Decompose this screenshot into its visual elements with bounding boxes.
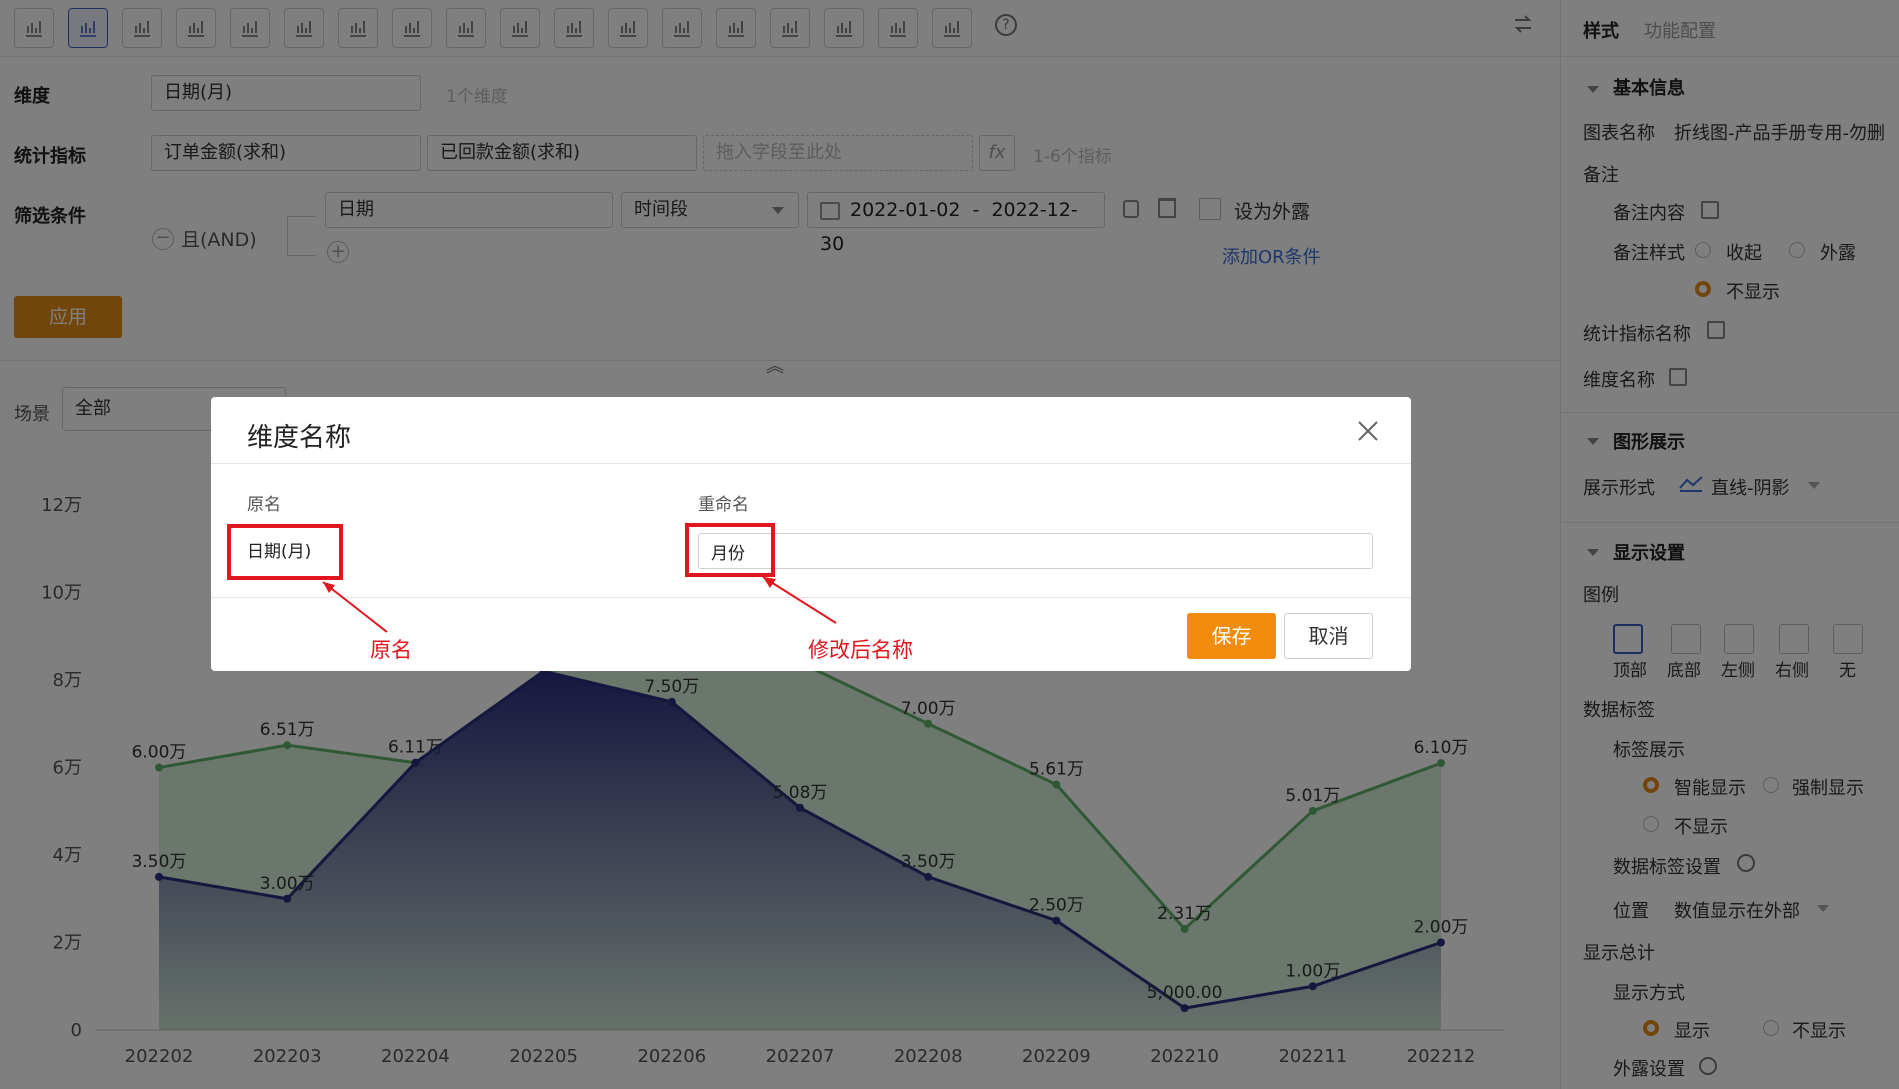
annotation-arrows	[322, 576, 837, 633]
rename-dimension-dialog: 维度名称 原名 日期(月) 重命名 保存 取消 原名 修改后名称	[211, 397, 1411, 671]
annotation-rename-text: 修改后名称	[808, 638, 913, 662]
annotation-original-text: 原名	[370, 638, 412, 662]
